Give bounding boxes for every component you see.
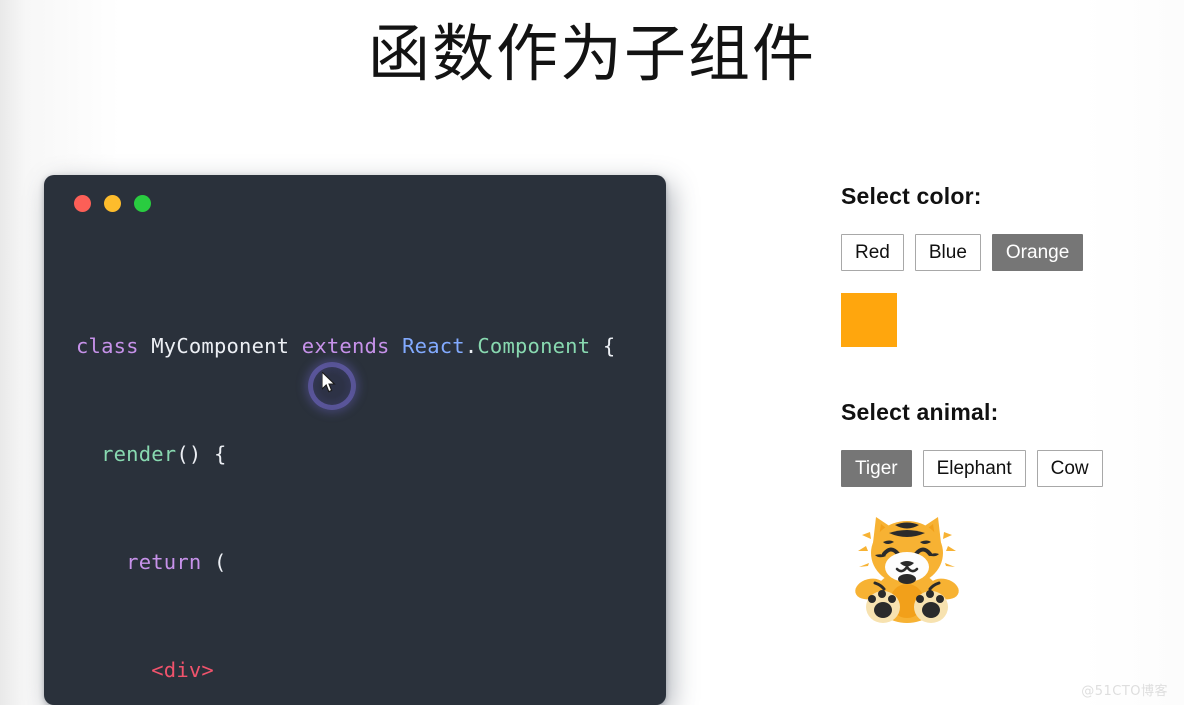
code-token-paren: (: [201, 550, 227, 574]
code-token-classname: MyComponent: [151, 334, 290, 358]
zoom-window-dot[interactable]: [134, 195, 151, 212]
selected-color-swatch: [841, 293, 897, 347]
close-window-dot[interactable]: [74, 195, 91, 212]
demo-panel: Select color: Red Blue Orange Select ani…: [841, 183, 1171, 627]
color-option-orange[interactable]: Orange: [991, 234, 1084, 271]
code-line-4: <div>: [76, 657, 615, 684]
code-token-react: React: [402, 334, 465, 358]
mouse-pointer-icon: [322, 372, 336, 393]
code-token-return: return: [126, 550, 202, 574]
code-token-class: class: [76, 334, 152, 358]
code-line-3: return (: [76, 549, 615, 576]
animal-option-group: Tiger Elephant Cow: [841, 450, 1171, 487]
select-color-heading: Select color:: [841, 183, 982, 209]
code-line-1: class MyComponent extends React.Componen…: [76, 333, 615, 360]
code-token-render: render: [101, 442, 177, 466]
code-line-2: render() {: [76, 441, 615, 468]
code-token-extends: extends: [289, 334, 403, 358]
select-animal-heading: Select animal:: [841, 399, 999, 425]
color-section: Select color: Red Blue Orange: [841, 183, 1171, 347]
code-window-titlebar: [44, 175, 666, 233]
code-token-component: Component: [477, 334, 591, 358]
code-token-indent: [76, 442, 101, 466]
code-token-openbrace: {: [590, 334, 616, 358]
tiger-emoji: [853, 509, 961, 627]
animal-option-elephant[interactable]: Elephant: [922, 450, 1026, 487]
code-token-parens: () {: [176, 442, 227, 466]
minimize-window-dot[interactable]: [104, 195, 121, 212]
animal-option-cow[interactable]: Cow: [1036, 450, 1103, 487]
watermark: @51CTO博客: [1081, 684, 1168, 699]
animal-option-tiger[interactable]: Tiger: [841, 450, 912, 487]
code-token-indent: [76, 658, 151, 682]
color-option-blue[interactable]: Blue: [914, 234, 981, 271]
code-token-div-open: <div>: [151, 658, 214, 682]
code-token-dot: .: [464, 334, 478, 358]
code-window: class MyComponent extends React.Componen…: [44, 175, 666, 705]
code-token-indent: [76, 550, 126, 574]
color-option-group: Red Blue Orange: [841, 234, 1171, 271]
animal-section: Select animal: Tiger Elephant Cow: [841, 399, 1171, 627]
slide-canvas: 函数作为子组件 class MyComponent extends React.…: [0, 0, 1184, 705]
code-block: class MyComponent extends React.Componen…: [44, 233, 615, 705]
color-option-red[interactable]: Red: [841, 234, 904, 271]
page-title: 函数作为子组件: [367, 17, 816, 90]
